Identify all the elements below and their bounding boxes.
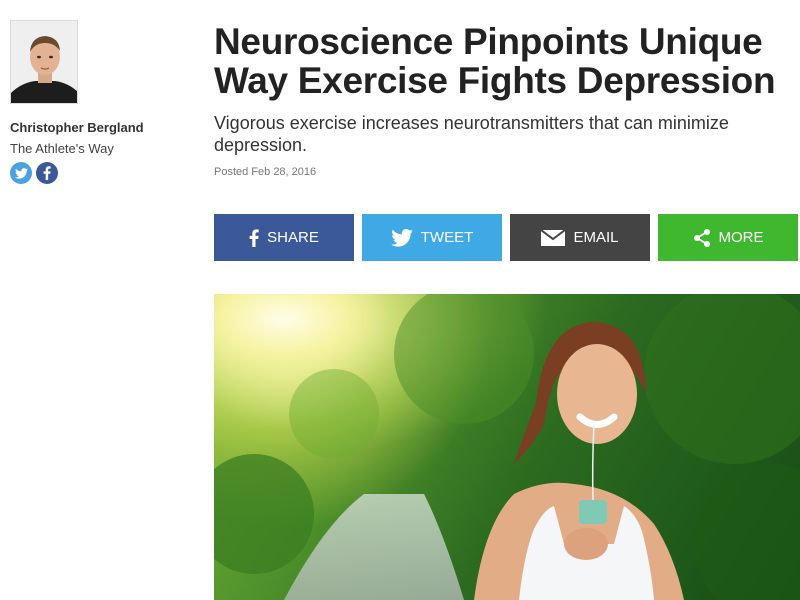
article-header: Neuroscience Pinpoints Unique Way Exerci… (214, 22, 798, 178)
article-hero-image (214, 294, 800, 600)
more-share-button[interactable]: MORE (658, 214, 798, 261)
blog-name[interactable]: The Athlete's Way (10, 141, 190, 156)
article-title: Neuroscience Pinpoints Unique Way Exerci… (214, 21, 776, 101)
author-social-links (10, 162, 190, 184)
twitter-icon (390, 228, 413, 247)
share-bar: SHARE TWEET EMAIL MORE (214, 214, 798, 261)
author-photo (11, 21, 77, 103)
twitter-icon[interactable] (10, 162, 32, 184)
email-share-button[interactable]: EMAIL (510, 214, 650, 261)
author-sidebar: Christopher Bergland The Athlete's Way (10, 20, 190, 184)
facebook-icon (249, 228, 259, 247)
envelope-icon (541, 229, 566, 246)
facebook-icon[interactable] (36, 162, 58, 184)
share-icon (693, 228, 710, 247)
twitter-share-label: TWEET (420, 229, 474, 246)
author-avatar[interactable] (10, 20, 78, 104)
more-share-label: MORE (718, 229, 764, 246)
author-name[interactable]: Christopher Bergland (10, 120, 190, 135)
email-share-label: EMAIL (573, 229, 619, 246)
facebook-share-label: SHARE (267, 229, 319, 246)
posted-date: Posted Feb 28, 2016 (214, 166, 317, 178)
article-subtitle: Vigorous exercise increases neurotransmi… (214, 113, 729, 155)
hero-photo (214, 294, 800, 600)
twitter-share-button[interactable]: TWEET (362, 214, 502, 261)
facebook-share-button[interactable]: SHARE (214, 214, 354, 261)
